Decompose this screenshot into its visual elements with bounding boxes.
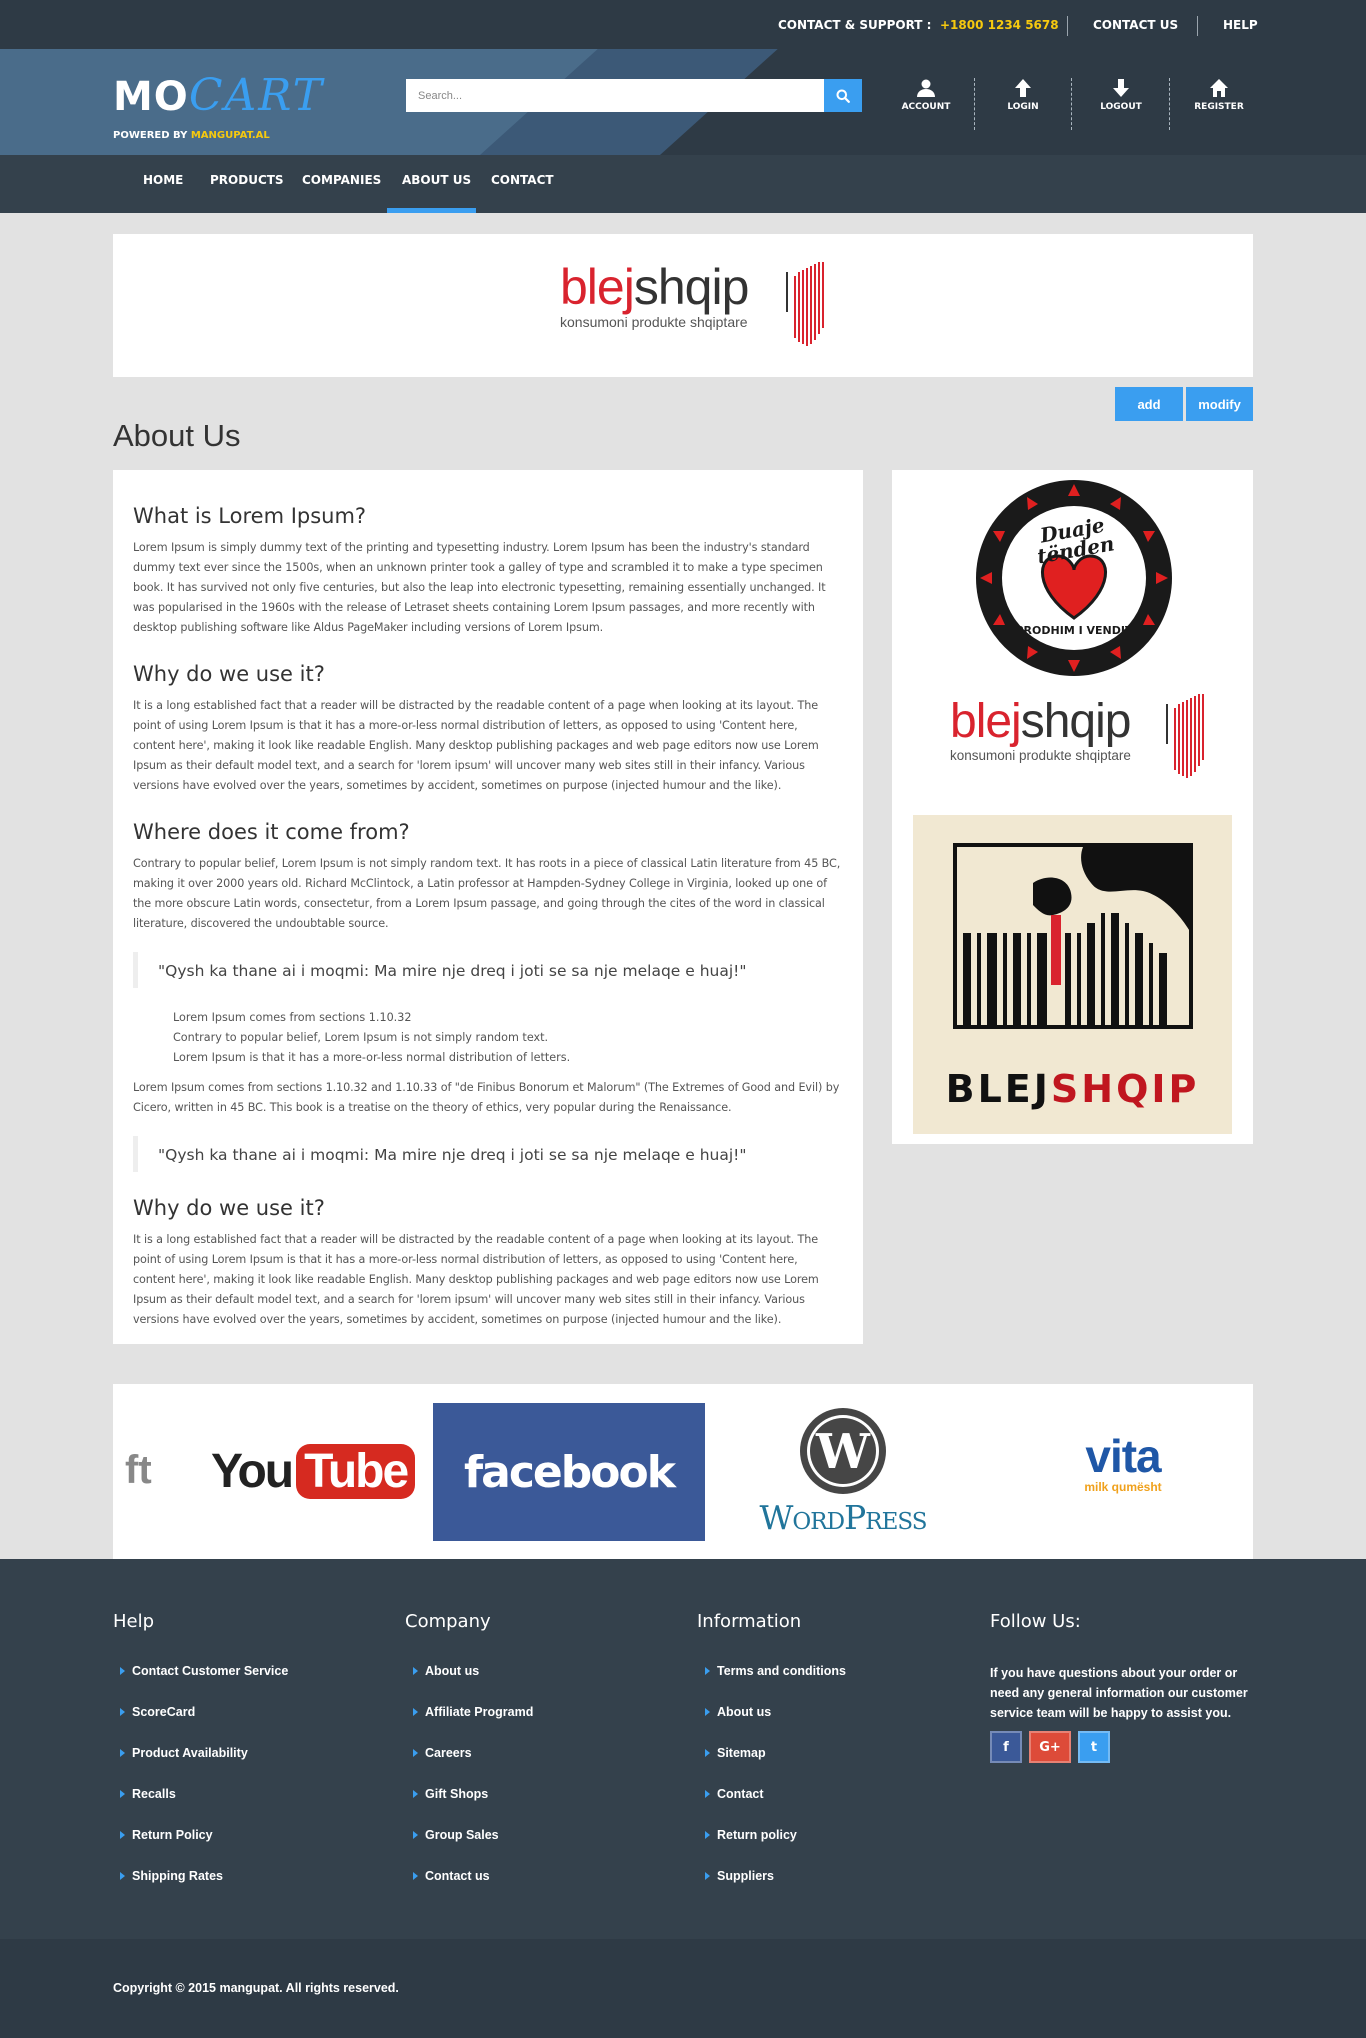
footer-link[interactable]: Contact bbox=[705, 1787, 764, 1801]
section-paragraph: Contrary to popular belief, Lorem Ipsum … bbox=[133, 857, 841, 930]
section-paragraph: It is a long established fact that a rea… bbox=[133, 699, 819, 792]
section-paragraph: It is a long established fact that a rea… bbox=[133, 1233, 819, 1326]
contact-us-link[interactable]: CONTACT US bbox=[1093, 18, 1178, 32]
quote-block: "Qysh ka thane ai i moqmi: Ma mire nje d… bbox=[133, 952, 843, 988]
section-paragraph: Lorem Ipsum comes from sections 1.10.32 … bbox=[133, 1081, 840, 1114]
modify-button[interactable]: modify bbox=[1186, 387, 1253, 421]
partner-logo-youtube[interactable]: You Tube bbox=[211, 1438, 416, 1504]
site-logo[interactable]: MOCART bbox=[113, 70, 324, 121]
add-button[interactable]: add bbox=[1115, 387, 1183, 421]
logo-cart-text: CART bbox=[188, 70, 324, 121]
site-footer: Help Contact Customer Service ScoreCard … bbox=[0, 1559, 1366, 1939]
footer-link[interactable]: About us bbox=[704, 1705, 771, 1719]
blejshqip-poster: BLEJSHQIP bbox=[913, 815, 1232, 1134]
google-plus-icon[interactable]: G+ bbox=[1029, 1731, 1071, 1763]
logo-mo-text: MO bbox=[113, 74, 189, 120]
footer-link[interactable]: ScoreCard bbox=[119, 1705, 195, 1719]
login-button[interactable]: LOGIN bbox=[983, 78, 1063, 112]
footer-company-title: Company bbox=[405, 1611, 491, 1632]
badge-seal-icon bbox=[976, 480, 1172, 676]
arrow-down-icon bbox=[1113, 79, 1129, 97]
section-heading: Why do we use it? bbox=[133, 1196, 325, 1220]
user-icon bbox=[917, 79, 935, 97]
search-icon bbox=[836, 89, 850, 103]
page-title: About Us bbox=[113, 418, 241, 453]
footer-link[interactable]: Shipping Rates bbox=[120, 1869, 223, 1883]
footer-link[interactable]: Affiliate Programd bbox=[412, 1705, 533, 1719]
facebook-icon[interactable]: f bbox=[990, 1731, 1022, 1763]
nav-companies[interactable]: COMPANIES bbox=[302, 173, 381, 213]
section-paragraph: Lorem Ipsum is simply dummy text of the … bbox=[133, 541, 826, 634]
account-button[interactable]: ACCOUNT bbox=[886, 78, 966, 112]
contact-support-label: CONTACT & SUPPORT : bbox=[778, 18, 932, 32]
section-heading: Where does it come from? bbox=[133, 820, 410, 844]
about-content: What is Lorem Ipsum? Lorem Ipsum is simp… bbox=[113, 470, 863, 1344]
partner-logo-partial[interactable]: ft bbox=[125, 1448, 152, 1493]
partner-logo-wordpress[interactable]: W WordPress bbox=[738, 1404, 948, 1544]
duaje-tenden-badge: Duaje tënden PRODHIM I VENDIT bbox=[974, 478, 1174, 678]
support-phone-link[interactable]: +1800 1234 5678 bbox=[940, 18, 1059, 32]
footer-link[interactable]: Sitemap bbox=[705, 1746, 766, 1760]
wordpress-icon: W bbox=[800, 1408, 886, 1494]
footer-link[interactable]: Gift Shops bbox=[412, 1787, 488, 1801]
list-item: Lorem Ipsum is that it has a more-or-les… bbox=[173, 1051, 571, 1064]
blejshqip-logo: blejshqip konsumoni produkte shqiptare bbox=[560, 262, 830, 352]
topbar-divider bbox=[1197, 16, 1198, 36]
home-icon bbox=[1210, 79, 1228, 97]
search-input[interactable] bbox=[406, 79, 824, 112]
footer-link[interactable]: About us bbox=[412, 1664, 479, 1678]
nav-home[interactable]: HOME bbox=[143, 173, 183, 213]
quote-block: "Qysh ka thane ai i moqmi: Ma mire nje d… bbox=[133, 1136, 843, 1172]
footer-link[interactable]: Terms and conditions bbox=[705, 1664, 846, 1678]
content-list: Lorem Ipsum comes from sections 1.10.32 … bbox=[133, 1008, 843, 1068]
footer-link[interactable]: Group Sales bbox=[413, 1828, 499, 1842]
barcode-stripes-icon bbox=[1166, 694, 1204, 778]
nav-products[interactable]: PRODUCTS bbox=[210, 173, 284, 213]
twitter-icon[interactable]: t bbox=[1078, 1731, 1110, 1763]
nav-contact[interactable]: CONTACT bbox=[491, 173, 554, 213]
footer-help-title: Help bbox=[113, 1611, 155, 1632]
logout-button[interactable]: LOGOUT bbox=[1081, 78, 1161, 112]
powered-by: POWERED BY MANGUPAT.AL bbox=[113, 130, 270, 141]
blejshqip-logo: blejshqip konsumoni produkte shqiptare bbox=[950, 694, 1210, 788]
svg-text:W: W bbox=[815, 1424, 871, 1480]
list-item: Contrary to popular belief, Lorem Ipsum … bbox=[173, 1031, 549, 1044]
footer-link[interactable]: Return policy bbox=[705, 1828, 797, 1842]
topbar-divider bbox=[1067, 16, 1068, 36]
arrow-up-icon bbox=[1015, 79, 1031, 97]
badge-bottom-text: PRODHIM I VENDIT bbox=[1015, 624, 1133, 637]
list-item: Lorem Ipsum comes from sections 1.10.32 bbox=[173, 1011, 412, 1024]
sidebar-images: Duaje tënden PRODHIM I VENDIT blejshqip k… bbox=[892, 470, 1253, 1144]
register-button[interactable]: REGISTER bbox=[1179, 78, 1259, 112]
section-heading: What is Lorem Ipsum? bbox=[133, 504, 367, 528]
footer-link[interactable]: Careers bbox=[413, 1746, 472, 1760]
nav-about-us[interactable]: ABOUT US bbox=[387, 173, 476, 213]
footer-link[interactable]: Contact us bbox=[413, 1869, 490, 1883]
main-nav: HOME PRODUCTS COMPANIES ABOUT US CONTACT bbox=[0, 155, 1366, 213]
barcode-hand-icon bbox=[953, 843, 1193, 1029]
partner-logo-vita[interactable]: vita milk qumësht bbox=[1068, 1432, 1178, 1512]
footer-link[interactable]: Recalls bbox=[120, 1787, 176, 1801]
partners-carousel: ft You Tube facebook W WordPress vita mi… bbox=[113, 1384, 1253, 1559]
footer-follow-title: Follow Us: bbox=[990, 1611, 1081, 1632]
brand-banner: blejshqip konsumoni produkte shqiptare bbox=[113, 234, 1253, 377]
footer-link[interactable]: Contact Customer Service bbox=[119, 1664, 288, 1678]
top-bar: CONTACT & SUPPORT : +1800 1234 5678 CONT… bbox=[0, 0, 1366, 49]
powered-site: MANGUPAT.AL bbox=[190, 130, 270, 141]
footer-bottom: Copyright © 2015 mangupat. All rights re… bbox=[0, 1939, 1366, 2038]
footer-link[interactable]: Return Policy bbox=[120, 1828, 213, 1842]
section-heading: Why do we use it? bbox=[133, 662, 325, 686]
copyright-text: Copyright © 2015 mangupat. All rights re… bbox=[113, 1981, 399, 1995]
footer-information-title: Information bbox=[697, 1611, 802, 1632]
partner-logo-facebook[interactable]: facebook bbox=[433, 1403, 705, 1541]
search-button[interactable] bbox=[824, 79, 862, 112]
barcode-stripes-icon bbox=[786, 262, 824, 346]
footer-link[interactable]: Suppliers bbox=[705, 1869, 774, 1883]
footer-follow-text: If you have questions about your order o… bbox=[990, 1666, 1248, 1720]
footer-link[interactable]: Product Availability bbox=[120, 1746, 248, 1760]
help-link[interactable]: HELP bbox=[1223, 18, 1258, 32]
